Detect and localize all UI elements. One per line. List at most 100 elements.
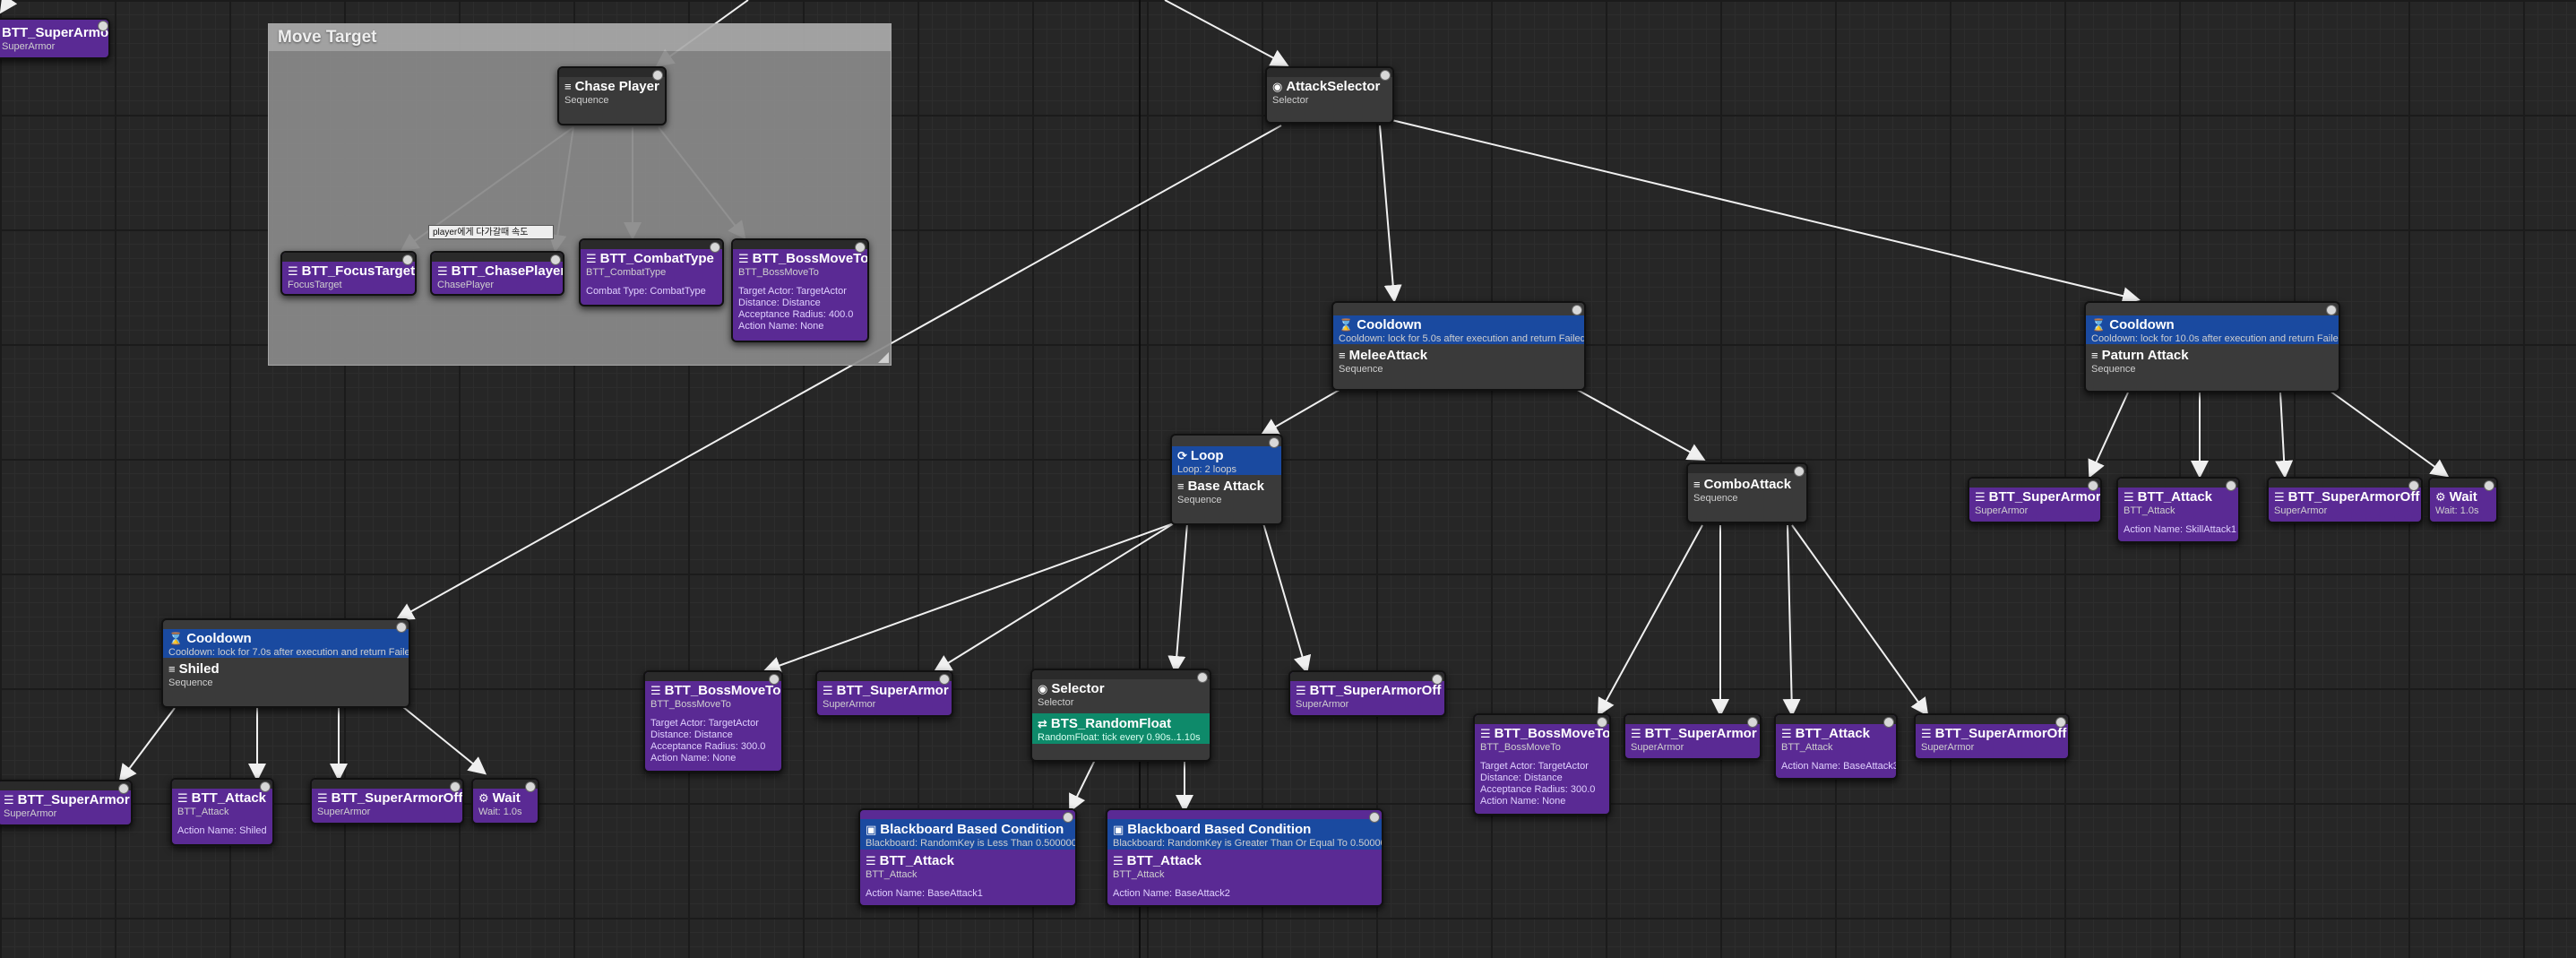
- task-node[interactable]: ☰ BTT_Attack BTT_Attack Action Name: Base…: [1774, 713, 1898, 780]
- input-pin[interactable]: [2055, 717, 2066, 728]
- input-pin[interactable]: [2226, 480, 2236, 491]
- composite-node[interactable]: ◉ AttackSelector Selector: [1265, 66, 1394, 124]
- input-pin[interactable]: [1197, 672, 1208, 683]
- node-subtitle: BTT_Attack: [1781, 742, 1833, 753]
- resize-handle-icon[interactable]: [878, 352, 889, 363]
- input-pin[interactable]: [1747, 717, 1758, 728]
- node-title-row: ☰ BTT_Attack: [1776, 726, 1896, 741]
- task-node[interactable]: ☰ BTT_Attack BTT_Attack Action Name: Skil…: [2116, 477, 2240, 543]
- input-pin[interactable]: [396, 622, 407, 633]
- task-node[interactable]: ☰ BTT_CombatType BTT_CombatType Combat Ty…: [579, 238, 724, 306]
- node-title-row: ☰ BTT_SuperArmor: [0, 792, 131, 807]
- task-icon: ☰: [437, 264, 448, 278]
- node-subtitle: ChasePlayer: [437, 280, 494, 290]
- task-node[interactable]: ☰ BTT_ChasePlayer ChasePlayer: [430, 251, 564, 296]
- decorator[interactable]: ⌛ Cooldown Cooldown: lock for 7.0s after …: [163, 629, 409, 658]
- input-pin[interactable]: [1572, 305, 1582, 315]
- node-title: ComboAttack: [1703, 477, 1792, 492]
- input-pin[interactable]: [260, 781, 271, 792]
- task-node[interactable]: ☰ BTT_SuperArmor SuperArmor: [815, 670, 953, 717]
- task-node[interactable]: ☰ BTT_SuperArmorOff SuperArmor: [2267, 477, 2423, 523]
- task-node[interactable]: ☰ BTT_BossMoveTo BTT_BossMoveTo Target Ac…: [1473, 713, 1611, 816]
- service[interactable]: ⇄ BTS_RandomFloat RandomFloat: tick every…: [1032, 713, 1210, 744]
- input-pin[interactable]: [450, 781, 461, 792]
- wire: [1791, 524, 1929, 717]
- input-pin[interactable]: [525, 781, 536, 792]
- input-pin[interactable]: [1432, 674, 1443, 685]
- node-subtitle: Wait: 1.0s: [478, 807, 522, 817]
- decorator[interactable]: ⌛ Cooldown Cooldown: lock for 10.0s after…: [2086, 315, 2339, 344]
- decorator[interactable]: ▣ Blackboard Based Condition Blackboard: …: [1107, 819, 1382, 850]
- decorator[interactable]: ▣ Blackboard Based Condition Blackboard: …: [860, 819, 1075, 850]
- task-node[interactable]: ▣ Blackboard Based Condition Blackboard: …: [1106, 808, 1383, 907]
- input-pin[interactable]: [652, 70, 663, 81]
- composite-node[interactable]: ◉ Selector Selector ⇄ BTS_RandomFloat Rand…: [1030, 669, 1211, 762]
- node-subtitle: BTT_BossMoveTo: [738, 267, 819, 278]
- composite-node[interactable]: ⌛ Cooldown Cooldown: lock for 7.0s after …: [161, 618, 410, 708]
- input-pin[interactable]: [2326, 305, 2337, 315]
- cooldown-icon: ⌛: [1339, 318, 1354, 332]
- node-property: Combat Type: CombatType: [586, 286, 706, 297]
- task-node[interactable]: ☰ BTT_BossMoveTo BTT_BossMoveTo Target Ac…: [731, 238, 869, 342]
- task-node[interactable]: ⚙ Wait Wait: 1.0s: [471, 778, 539, 824]
- task-icon: ☰: [2124, 490, 2134, 504]
- composite-node[interactable]: ≡ ComboAttack Sequence: [1686, 462, 1808, 523]
- decorator-title: Blackboard Based Condition: [880, 822, 1064, 837]
- node-title: BTT_SuperArmor: [1988, 489, 2101, 505]
- composite-node[interactable]: ⌛ Cooldown Cooldown: lock for 10.0s after…: [2084, 301, 2340, 393]
- composite-node[interactable]: ⟳ Loop Loop: 2 loops ≡ Base Attack Sequenc…: [1170, 434, 1283, 525]
- node-title-row: ☰ BTT_SuperArmor: [1969, 489, 2100, 505]
- node-subtitle: SuperArmor: [317, 807, 371, 817]
- node-subtitle: Sequence: [564, 95, 609, 106]
- task-node[interactable]: ▣ Blackboard Based Condition Blackboard: …: [858, 808, 1077, 907]
- decorator[interactable]: ⌛ Cooldown Cooldown: lock for 5.0s after …: [1333, 315, 1584, 344]
- composite-node[interactable]: ≡ Chase Player Sequence: [557, 66, 667, 125]
- node-title: BTT_Attack: [879, 853, 955, 868]
- task-node[interactable]: ☰ BTT_SuperArmor SuperArmor: [0, 780, 133, 826]
- input-pin[interactable]: [769, 674, 780, 685]
- task-icon: ☰: [2274, 490, 2285, 504]
- task-node[interactable]: ☰ BTT_BossMoveTo BTT_BossMoveTo Target Ac…: [643, 670, 783, 772]
- decorator-title: Loop: [1190, 448, 1224, 463]
- task-node[interactable]: ☰ BTT_FocusTarget FocusTarget: [280, 251, 417, 296]
- input-pin[interactable]: [1380, 70, 1391, 81]
- input-pin[interactable]: [710, 242, 720, 253]
- input-pin[interactable]: [2408, 480, 2419, 491]
- node-title-row: ☰ BTT_SuperArmorOff: [2269, 489, 2421, 505]
- input-pin[interactable]: [1063, 812, 1073, 823]
- input-pin[interactable]: [1883, 717, 1894, 728]
- node-property: Acceptance Radius: 300.0: [650, 741, 766, 752]
- input-pin[interactable]: [1597, 717, 1607, 728]
- task-node[interactable]: ☰ BTT_SuperArmor SuperArmor: [1968, 477, 2102, 523]
- input-pin[interactable]: [2088, 480, 2098, 491]
- task-node[interactable]: ☰ BTT_SuperArmorOff SuperArmor: [310, 778, 464, 824]
- node-property: Action Name: None: [738, 321, 824, 332]
- task-node[interactable]: ⚙ Wait Wait: 1.0s: [2428, 477, 2498, 523]
- input-pin[interactable]: [118, 783, 129, 794]
- input-pin[interactable]: [855, 242, 866, 253]
- task-icon: ☰: [177, 791, 188, 805]
- composite-node[interactable]: ⌛ Cooldown Cooldown: lock for 5.0s after …: [1331, 301, 1586, 391]
- input-pin[interactable]: [939, 674, 950, 685]
- decorator[interactable]: ⟳ Loop Loop: 2 loops: [1172, 446, 1281, 475]
- node-title-row: ☰ BTT_SuperArmor: [817, 683, 952, 698]
- input-pin[interactable]: [402, 255, 413, 265]
- sequence-icon: ≡: [168, 662, 176, 676]
- task-node[interactable]: BTT_SuperArmor SuperArmor: [0, 18, 110, 59]
- input-pin[interactable]: [1269, 437, 1279, 448]
- input-pin[interactable]: [2484, 480, 2494, 491]
- node-title: Base Attack: [1187, 479, 1264, 494]
- node-title: BTT_SuperArmorOff: [2287, 489, 2420, 505]
- input-pin[interactable]: [1794, 466, 1805, 477]
- input-pin[interactable]: [550, 255, 561, 265]
- task-node[interactable]: ☰ BTT_Attack BTT_Attack Action Name: Shil…: [170, 778, 274, 846]
- task-node[interactable]: ☰ BTT_SuperArmorOff SuperArmor: [1288, 670, 1446, 717]
- task-node[interactable]: ☰ BTT_SuperArmor SuperArmor: [1624, 713, 1762, 760]
- output-pin[interactable]: [98, 21, 108, 31]
- node-property: Acceptance Radius: 300.0: [1480, 784, 1596, 795]
- service-title-row: ⇄ BTS_RandomFloat: [1032, 716, 1210, 731]
- input-pin[interactable]: [1369, 812, 1380, 823]
- node-title: BTT_SuperArmor: [836, 683, 949, 698]
- decorator-title: Cooldown: [186, 631, 252, 646]
- task-node[interactable]: ☰ BTT_SuperArmorOff SuperArmor: [1914, 713, 2070, 760]
